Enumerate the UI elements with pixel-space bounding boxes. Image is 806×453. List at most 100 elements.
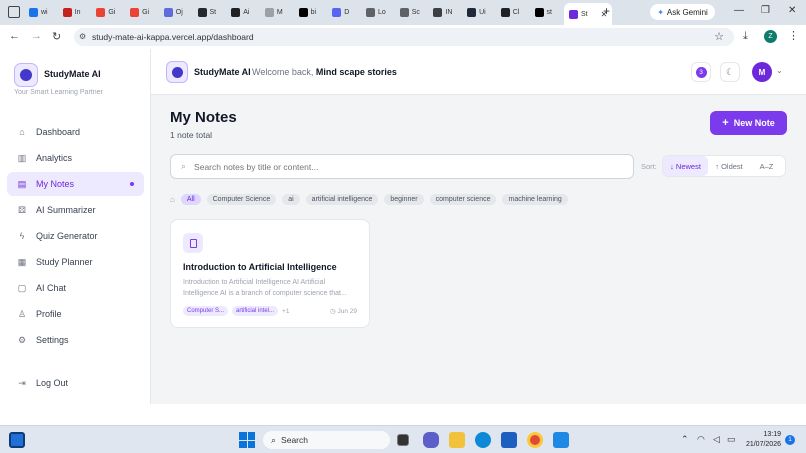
tab-favicon [197, 8, 207, 17]
minimize-icon[interactable]: — [734, 5, 744, 16]
sidebar-item-analytics[interactable]: ▥ Analytics [7, 146, 144, 170]
page-title: My Notes [170, 109, 237, 126]
theme-toggle-button[interactable]: ☾ [720, 62, 740, 82]
browser-tab[interactable]: M [264, 4, 283, 21]
download-icon[interactable]: ⤓ [743, 30, 748, 43]
edge-icon[interactable] [475, 432, 491, 448]
plus-icon: + [722, 117, 729, 129]
browser-tab[interactable]: Ai [231, 4, 249, 21]
tab-favicon [130, 8, 140, 17]
ai-icon: ⚄ [18, 205, 26, 215]
sidebar-item-dashboard[interactable]: ⌂ Dashboard [7, 120, 144, 144]
sort-option-1[interactable]: ↑ Oldest [708, 156, 750, 176]
tab-favicon [264, 8, 274, 17]
note-tag: Computer S... [183, 306, 229, 316]
browser-tab[interactable]: Sc [399, 4, 420, 21]
brand-tagline: Your Smart Learning Partner [14, 89, 103, 96]
logout-icon: ⇥ [18, 378, 26, 388]
tab-favicon [569, 9, 578, 19]
browser-tab[interactable]: Gi [130, 4, 149, 21]
vscode-icon[interactable] [553, 432, 569, 448]
address-bar[interactable]: ⚙ study-mate-ai-kappa.vercel.app/dashboa… [74, 28, 734, 46]
sidebar-item-my-notes[interactable]: ▤ My Notes [7, 172, 144, 196]
profile-avatar[interactable]: Z [764, 30, 777, 43]
sort-option-0[interactable]: ↓ Newest [663, 156, 708, 176]
tab-favicon [399, 8, 409, 17]
sidebar-item-settings[interactable]: ⚙ Settings [7, 328, 144, 352]
tag-filter-chip[interactable]: artificial intelligence [305, 194, 379, 205]
tag-filter-chip[interactable]: beginner [384, 194, 424, 205]
header-brand: StudyMate AI [194, 67, 251, 77]
tab-favicon [332, 8, 342, 17]
volume-icon[interactable]: ◁ [713, 434, 720, 445]
browser-tab[interactable]: Oj [163, 4, 183, 21]
bookmark-star-icon[interactable]: ☆ [714, 30, 724, 43]
site-info-icon[interactable]: ⚙ [79, 32, 86, 41]
battery-icon[interactable]: ▭ [727, 434, 736, 445]
home-icon: ⌂ [19, 127, 25, 137]
new-tab-button[interactable]: + [603, 4, 610, 18]
logout-button[interactable]: ⇥ Log Out [7, 371, 144, 395]
ask-gemini-button[interactable]: ✦ Ask Gemini [650, 4, 715, 20]
tab-list-icon[interactable] [8, 6, 20, 18]
tag-icon: ⌂ [170, 195, 175, 204]
tab-favicon [62, 8, 72, 17]
tag-filter-chip[interactable]: machine learning [502, 194, 568, 205]
new-note-button[interactable]: + New Note [710, 111, 787, 135]
browser-tab[interactable]: Gi [96, 4, 115, 21]
browser-tab[interactable]: st [534, 4, 552, 21]
close-window-icon[interactable]: ✕ [788, 5, 796, 16]
note-count: 1 note total [170, 130, 213, 140]
restore-icon[interactable]: ❐ [761, 5, 770, 16]
browser-tab[interactable]: Lo [366, 4, 386, 21]
chrome-icon[interactable] [527, 432, 543, 448]
reload-icon[interactable]: ↻ [52, 30, 61, 43]
tag-filter-chip[interactable]: computer science [429, 194, 497, 205]
widgets-icon[interactable] [9, 432, 25, 448]
bar-chart-icon: ▥ [17, 153, 27, 163]
chevron-down-icon[interactable]: ⌄ [776, 66, 783, 75]
user-icon: ♙ [17, 309, 27, 319]
user-avatar[interactable]: M [752, 62, 772, 82]
sidebar-item-quiz-generator[interactable]: ϟ Quiz Generator [7, 224, 144, 248]
notifications-button[interactable]: 3 [691, 62, 711, 82]
browser-tab[interactable]: bi [298, 4, 316, 21]
browser-tab[interactable]: wi [29, 4, 48, 21]
tag-filter-chip[interactable]: All [180, 194, 201, 205]
tag-filter-chip[interactable]: ai [282, 194, 300, 205]
sidebar-item-study-planner[interactable]: ▦ Study Planner [7, 250, 144, 274]
browser-tab[interactable]: In [62, 4, 81, 21]
forward-icon[interactable]: → [31, 30, 42, 42]
browser-tab[interactable]: IN [433, 4, 452, 21]
browser-tab[interactable]: Ui [467, 4, 486, 21]
back-icon[interactable]: ← [9, 30, 20, 42]
sidebar-item-ai-chat[interactable]: ▢ AI Chat [7, 276, 144, 300]
note-card[interactable]: Introduction to Artificial Intelligence … [170, 219, 370, 328]
browser-tab[interactable]: St [197, 4, 216, 21]
search-icon: ⌕ [271, 434, 277, 445]
wifi-icon[interactable]: ◠ [697, 434, 705, 445]
taskbar-search[interactable]: ⌕ Search [263, 431, 390, 449]
sort-option-2[interactable]: A–Z [750, 156, 783, 176]
clock[interactable]: 13:19 21/07/2026 [743, 430, 781, 450]
teams-chat-icon[interactable] [423, 432, 439, 448]
menu-kebab-icon[interactable]: ⋮ [788, 29, 799, 42]
task-view-icon[interactable] [397, 434, 409, 446]
browser-tab[interactable]: D [332, 4, 349, 21]
notification-center-icon[interactable]: 1 [785, 435, 795, 445]
sidebar-item-profile[interactable]: ♙ Profile [7, 302, 144, 326]
tag-filter-chip[interactable]: Computer Science [206, 194, 277, 205]
taskbar: ⌕ Search ⌃ ◠ ◁ ▭ 13:19 21/07/2026 1 [0, 425, 806, 453]
chevron-up-icon[interactable]: ⌃ [681, 434, 689, 445]
sidebar-item-ai-summarizer[interactable]: ⚄ AI Summarizer [7, 198, 144, 222]
browser-toolbar: ← → ↻ ⚙ study-mate-ai-kappa.vercel.app/d… [0, 25, 806, 49]
tab-favicon [500, 8, 510, 17]
welcome-text: Welcome back, Mind scape stories [252, 67, 397, 77]
calendar-icon: ▦ [17, 257, 27, 267]
windows-start-icon[interactable] [239, 432, 255, 448]
tab-favicon [433, 8, 443, 17]
store-icon[interactable] [501, 432, 517, 448]
browser-tab[interactable]: Cl [500, 4, 519, 21]
file-explorer-icon[interactable] [449, 432, 465, 448]
search-input[interactable] [194, 161, 595, 172]
